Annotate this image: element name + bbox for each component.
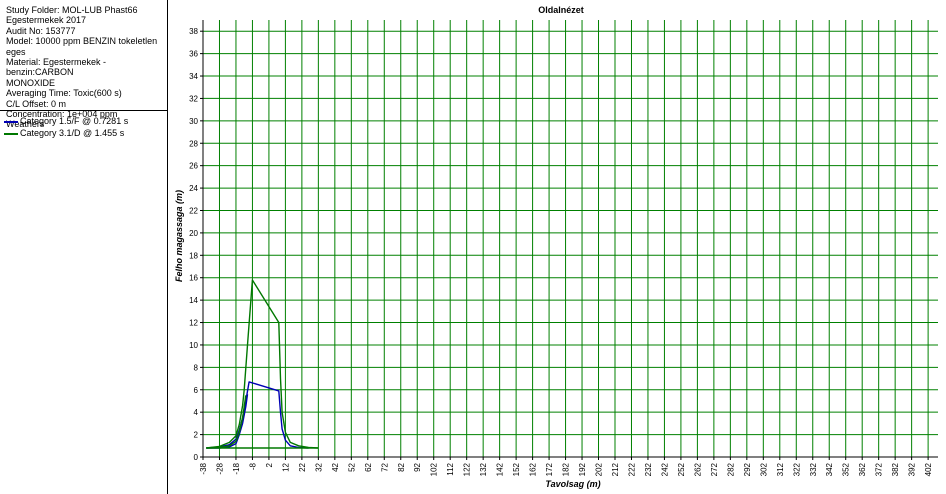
y-tick-label: 20 [189,229,198,238]
legend-item[interactable]: Category 1.5/F @ 0.7281 s [0,116,167,128]
x-tick-label: 32 [314,462,323,471]
y-tick-label: 10 [189,341,198,350]
info-line: Model: 10000 ppm BENZIN tokeletlen eges [6,36,158,57]
x-tick-label: 382 [891,462,900,476]
x-tick-label: 262 [693,462,702,476]
info-divider [0,110,167,111]
y-axis-label: Felho magassaga (m) [174,190,184,282]
y-tick-label: 14 [189,296,198,305]
y-tick-label: 24 [189,184,198,193]
x-tick-label: 42 [331,462,340,471]
info-line: Audit No: 153777 [6,25,76,36]
x-tick-label: 402 [924,462,933,476]
info-line: Study Folder: MOL-LUB Phast66 [6,5,138,15]
info-line: Averaging Time: Toxic(600 s) [6,88,122,99]
y-tick-label: 32 [189,94,198,103]
x-tick-label: 372 [875,462,884,476]
x-tick-label: 152 [512,462,521,476]
legend-label: Category 3.1/D @ 1.455 s [20,128,125,138]
x-tick-label: 192 [578,462,587,476]
x-tick-label: 182 [562,462,571,476]
x-tick-label: 72 [380,462,389,471]
info-line: Material: Egestermekek - benzin:CARBON [6,57,107,78]
x-tick-label: 232 [644,462,653,476]
x-tick-label: 302 [759,462,768,476]
chart-title: Oldalnézet [538,5,584,15]
y-tick-label: 12 [189,319,198,328]
x-tick-label: -18 [232,462,241,474]
x-tick-label: 172 [545,462,554,476]
x-tick-label: 362 [858,462,867,476]
x-tick-label: 312 [776,462,785,476]
x-tick-label: 272 [710,462,719,476]
legend-swatch [4,121,18,123]
info-line: MONOXIDE [6,77,56,88]
side-view-chart: Oldalnézet -38 -28 -18 -8 2 12 22 32 42 52 62 72 82 9… [174,5,938,489]
x-tick-label: 252 [677,462,686,476]
x-axis-label: Tavolsag (m) [545,479,600,489]
y-tick-label: 36 [189,50,198,59]
x-tick-label: 22 [298,462,307,471]
legend: Category 1.5/F @ 0.7281 s Category 3.1/D… [0,116,167,140]
y-tick-label: 8 [194,363,199,372]
x-tick-label: 332 [809,462,818,476]
x-tick-label: 202 [595,462,604,476]
legend-swatch [4,133,18,135]
x-tick-label: -8 [248,462,257,470]
x-tick-label: 132 [479,462,488,476]
legend-item[interactable]: Category 3.1/D @ 1.455 s [0,128,167,140]
y-tick-label: 22 [189,206,198,215]
y-tick-label: 30 [189,117,198,126]
x-tick-label: 282 [726,462,735,476]
legend-label: Category 1.5/F @ 0.7281 s [20,116,129,126]
x-tick-label: 162 [529,462,538,476]
x-tick-label: -38 [199,462,208,474]
x-tick-label: -28 [215,462,224,474]
x-tick-label: 242 [660,462,669,476]
y-tick-label: 2 [194,431,199,440]
x-tick-label: 322 [792,462,801,476]
y-tick-label: 28 [189,139,198,148]
x-tick-label: 342 [825,462,834,476]
x-tick-label: 62 [364,462,373,471]
y-tick-label: 34 [189,72,198,81]
plot-area [203,20,938,457]
x-tick-label: 2 [265,462,274,467]
y-tick-label: 18 [189,251,198,260]
x-tick-label: 52 [347,462,356,471]
info-line: Egestermekek 2017 [6,15,87,26]
info-line: C/L Offset: 0 m [6,98,67,109]
x-tick-label: 82 [397,462,406,471]
y-tick-label: 6 [194,386,199,395]
grid [202,20,938,458]
y-tick-label: 4 [194,408,199,417]
x-tick-label: 292 [743,462,752,476]
x-tick-label: 112 [446,462,455,475]
left-panel: Study Folder: MOL-LUB Phast66 Egestermek… [0,0,168,494]
y-tick-label: 26 [189,162,198,171]
y-tick-label: 38 [189,27,198,36]
x-tick-label: 352 [842,462,851,476]
x-tick-label: 222 [627,462,636,476]
x-tick-label: 12 [281,462,290,471]
x-tick-label: 92 [413,462,422,471]
x-tick-label: 142 [496,462,505,476]
x-tick-label: 122 [463,462,472,476]
x-tick-label: 392 [908,462,917,476]
x-tick-label: 102 [430,462,439,476]
x-tick-label: 212 [611,462,620,476]
y-tick-label: 0 [194,453,199,462]
y-tick-label: 16 [189,274,198,283]
